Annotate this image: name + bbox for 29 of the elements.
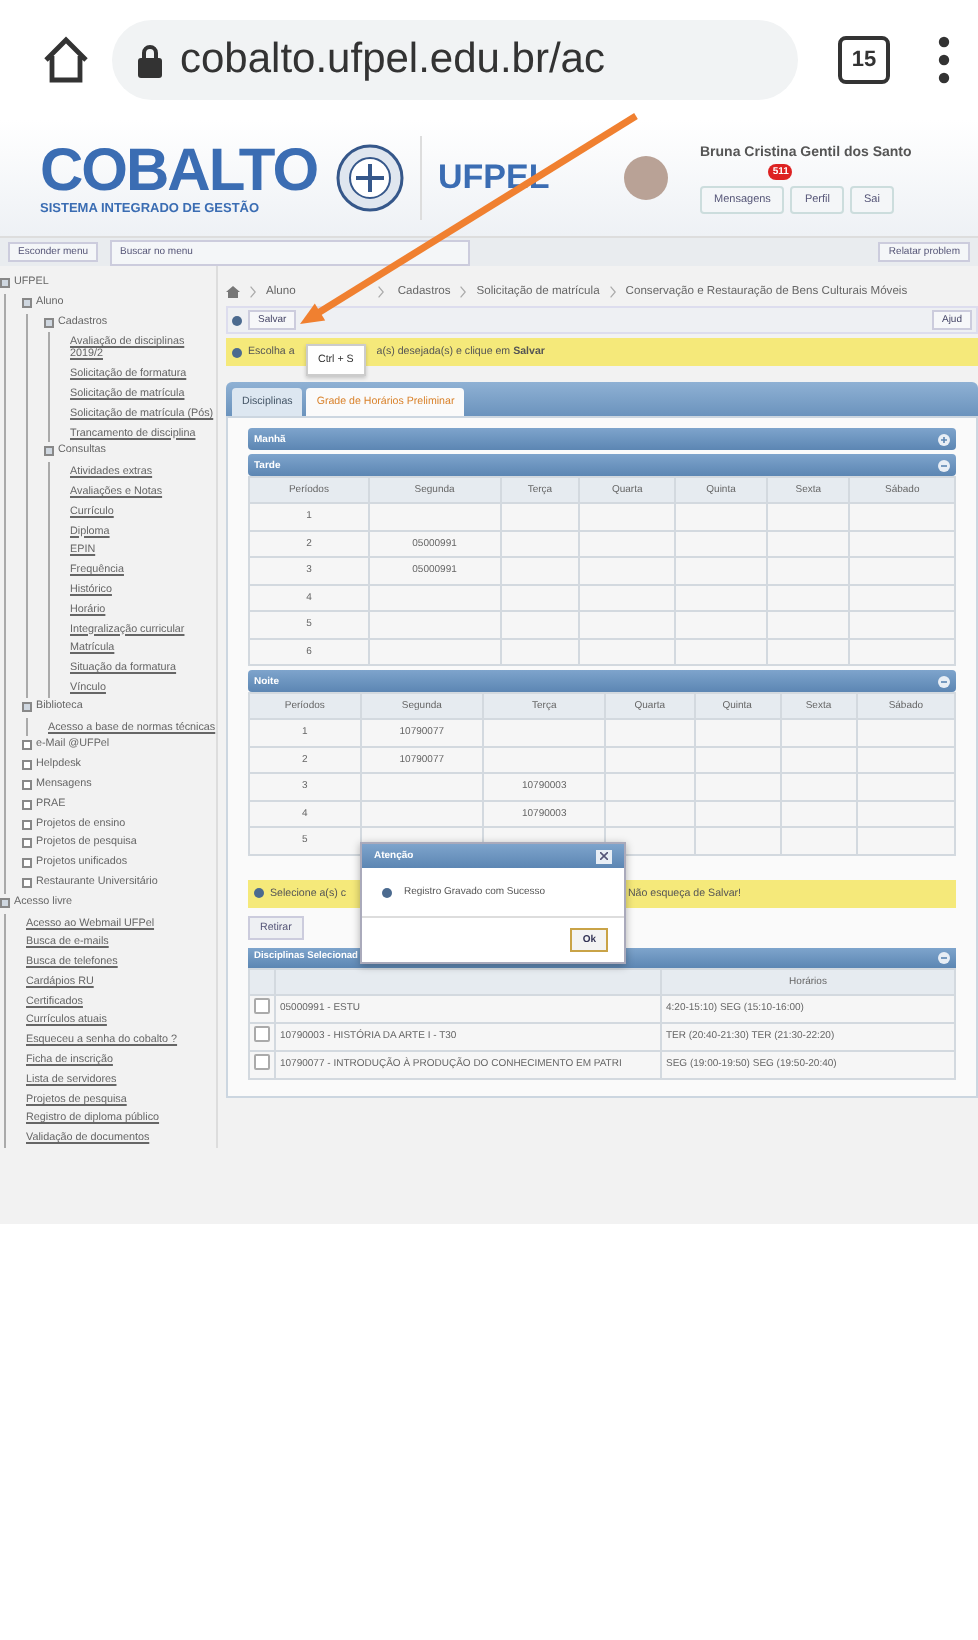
chevron-icon [377, 286, 384, 298]
checkbox[interactable] [254, 998, 270, 1014]
lock-icon [136, 43, 164, 77]
seal-icon [336, 144, 404, 212]
expand-icon[interactable] [22, 760, 32, 771]
chevron-icon [250, 286, 256, 298]
expand-icon[interactable] [22, 838, 32, 849]
avatar [624, 156, 668, 200]
expand-icon[interactable] [22, 858, 32, 869]
expand-icon[interactable] [22, 799, 32, 810]
expand-icon[interactable] [22, 779, 32, 790]
expand-icon[interactable] [22, 819, 32, 830]
expand-icon[interactable] [22, 740, 32, 751]
expand-icon[interactable] [22, 877, 32, 888]
expand-icon[interactable] [938, 433, 950, 445]
chevron-icon [609, 286, 616, 298]
url-text: cobalto.ufpel.edu.br/ac [180, 36, 605, 84]
address-bar[interactable]: cobalto.ufpel.edu.br/ac [112, 20, 798, 100]
close-icon[interactable] [596, 849, 612, 863]
checkbox[interactable] [254, 1054, 270, 1070]
info-icon [382, 887, 392, 897]
info-icon [254, 888, 264, 898]
info-icon [232, 347, 242, 357]
tab-count-button[interactable]: 15 [838, 36, 890, 84]
chevron-icon [460, 286, 467, 298]
home-icon[interactable] [40, 34, 92, 86]
checkbox[interactable] [254, 1026, 270, 1042]
menu-icon[interactable] [938, 36, 950, 84]
logo: COBALTO [40, 141, 320, 201]
